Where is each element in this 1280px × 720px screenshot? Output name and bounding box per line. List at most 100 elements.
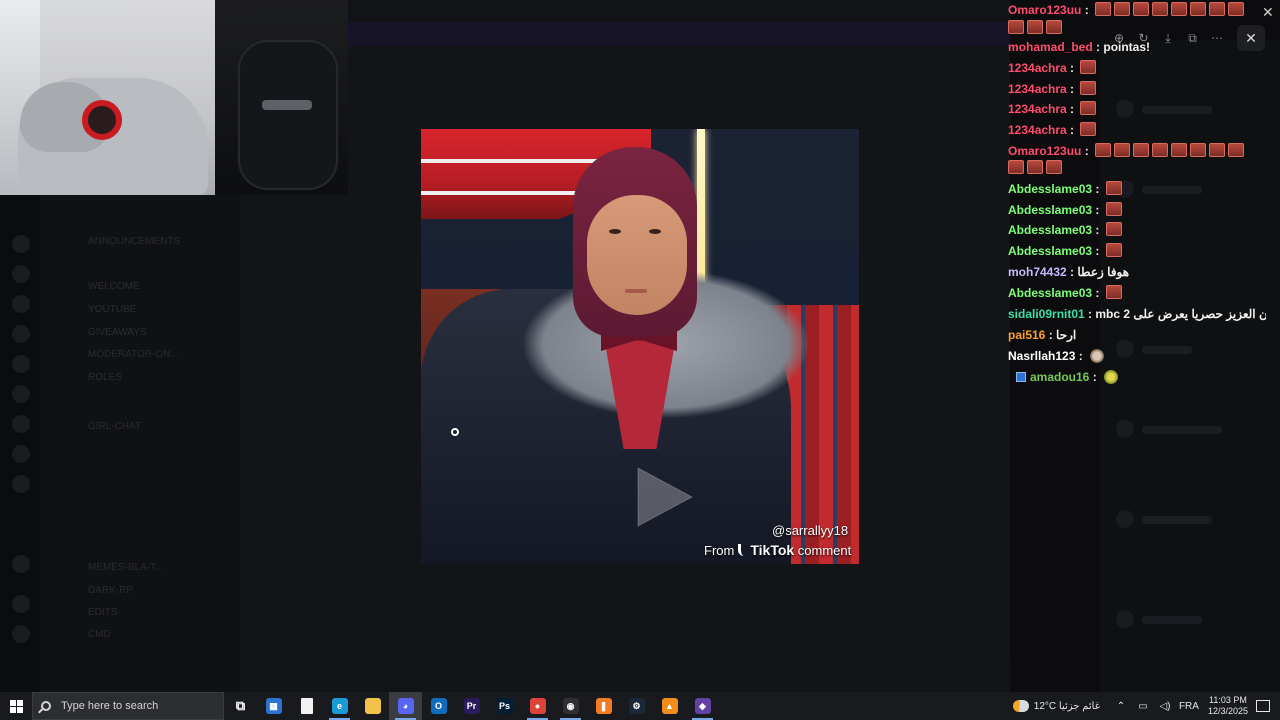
taskbar-app-steam[interactable]: ⚙: [620, 692, 653, 720]
weather-temp: 12°C: [1033, 700, 1057, 712]
play-icon[interactable]: [636, 466, 694, 528]
chat-message: 1234achra :: [1008, 59, 1266, 77]
volume-icon[interactable]: ◁): [1157, 701, 1173, 712]
chat-username[interactable]: Abdesslame03: [1008, 182, 1092, 196]
channel-name[interactable]: YOUTUBE: [88, 304, 136, 315]
server-icon: [12, 445, 30, 463]
channel-name[interactable]: DARK-RP: [88, 585, 133, 596]
chat-username[interactable]: 1234achra: [1008, 61, 1067, 75]
server-icon: [12, 355, 30, 373]
download-icon[interactable]: ⤓: [1161, 31, 1175, 45]
file-icon: [300, 698, 313, 714]
chat-separator: :: [1066, 123, 1078, 137]
chat-username[interactable]: Omaro123uu: [1008, 144, 1081, 158]
chat-username[interactable]: Nasrllah123: [1008, 349, 1075, 363]
chat-username[interactable]: Abdesslame03: [1008, 244, 1092, 258]
taskbar-app-photoshop[interactable]: Ps: [488, 692, 521, 720]
channel-name[interactable]: ROLES: [88, 372, 122, 383]
chat-emote-icon: [1027, 160, 1043, 174]
clock[interactable]: 11:03 PM 12/3/2025: [1208, 695, 1248, 717]
taskbar-app-obs[interactable]: ◉: [554, 692, 587, 720]
chat-emote-icon: [1105, 285, 1122, 299]
channel-name[interactable]: GIRL-CHAT: [88, 421, 141, 432]
premiere-pro-icon: Pr: [463, 698, 480, 714]
chat-username[interactable]: pai516: [1008, 328, 1045, 342]
taskbar-app-vlc-like[interactable]: ▲: [653, 692, 686, 720]
channel-name[interactable]: EDITS: [88, 607, 117, 618]
search-icon: [41, 701, 51, 711]
chat-emote-icon: [1105, 222, 1122, 236]
chat-username[interactable]: amadou16: [1030, 370, 1089, 384]
channel-name[interactable]: GIVEAWAYS: [88, 327, 147, 338]
more-icon[interactable]: ⋯: [1210, 31, 1224, 45]
taskbar-app-file-explorer[interactable]: [356, 692, 389, 720]
taskbar-app-chrome[interactable]: ●: [521, 692, 554, 720]
member-name: [1142, 516, 1212, 524]
chat-close-icon[interactable]: ✕: [1262, 4, 1274, 21]
chat-emote-icon: [1228, 143, 1245, 157]
chat-username[interactable]: 1234achra: [1008, 82, 1067, 96]
chat-username[interactable]: 1234achra: [1008, 123, 1067, 137]
chat-username[interactable]: mohamad_bed: [1008, 40, 1093, 54]
vlc-like-icon: ▲: [661, 698, 678, 714]
chat-username[interactable]: Omaro123uu: [1008, 3, 1081, 17]
start-button[interactable]: [0, 692, 32, 720]
viewer-close-button[interactable]: ✕: [1237, 25, 1265, 51]
taskbar-app-twitch-app[interactable]: ◆: [686, 692, 719, 720]
server-icon: [12, 595, 30, 613]
chat-message: amadou16 :: [1016, 368, 1266, 386]
chat-username[interactable]: Abdesslame03: [1008, 203, 1092, 217]
network-icon[interactable]: ▭: [1135, 701, 1151, 712]
open-external-icon[interactable]: ⧉: [1186, 31, 1200, 45]
chat-separator: :: [1092, 182, 1103, 196]
channel-name[interactable]: ANNOUNCEMENTS: [88, 236, 180, 247]
tiktok-icon: [738, 544, 748, 556]
notification-center-icon[interactable]: [1256, 700, 1270, 712]
taskbar-search-box[interactable]: Type here to search: [32, 692, 224, 720]
chat-emote-icon: [1080, 122, 1097, 136]
file-explorer-icon: [364, 698, 381, 714]
chat-message: [1008, 159, 1266, 177]
channel-name[interactable]: CMD: [88, 629, 111, 640]
channel-name[interactable]: MODERATOR-ON...: [88, 349, 179, 360]
chat-emote-icon: [1114, 2, 1131, 16]
chat-username[interactable]: sidali09rnit01: [1008, 307, 1085, 321]
chat-message: 1234achra :: [1008, 121, 1266, 139]
channel-name[interactable]: MEMES-BLA-T...: [88, 562, 164, 573]
chat-emote-icon: [1209, 143, 1226, 157]
rotate-icon[interactable]: ↻: [1137, 31, 1151, 45]
discord-notice-banner: [348, 22, 1010, 46]
twitch-app-icon: ◆: [694, 698, 711, 714]
chat-username[interactable]: Abdesslame03: [1008, 286, 1092, 300]
taskbar-app-edge[interactable]: e: [323, 692, 356, 720]
server-icon: [12, 325, 30, 343]
chat-emote-icon: [1190, 2, 1207, 16]
chat-frog-emote-icon: [1104, 370, 1119, 384]
chat-message: Abdesslame03 :: [1008, 242, 1266, 260]
member-name: [1142, 426, 1222, 434]
chat-avatar-emote-icon: [1090, 349, 1105, 363]
taskbar-app-file[interactable]: [290, 692, 323, 720]
taskbar-app-discord[interactable]: ◕: [389, 692, 422, 720]
taskbar-app-outlook[interactable]: O: [422, 692, 455, 720]
zoom-in-icon[interactable]: ⊕: [1112, 31, 1126, 45]
taskbar-app-task-view[interactable]: ⧉: [224, 692, 257, 720]
chat-separator: :: [1066, 61, 1078, 75]
chat-separator: :: [1081, 3, 1093, 17]
taskbar-app-microsoft-store[interactable]: ▦: [257, 692, 290, 720]
weather-widget[interactable]: 12°C غائم جزئيا: [1012, 700, 1100, 712]
chat-username[interactable]: moh74432: [1008, 265, 1067, 279]
chat-message: pai516 : ارحا: [1008, 326, 1266, 344]
taskbar-app-premiere-pro[interactable]: Pr: [455, 692, 488, 720]
chat-emote-icon: [1190, 143, 1207, 157]
chat-username[interactable]: 1234achra: [1008, 102, 1067, 116]
channel-name[interactable]: WELCOME: [88, 281, 140, 292]
message-composer[interactable]: [240, 660, 1010, 690]
chat-separator: :: [1089, 370, 1101, 384]
chat-separator: :: [1066, 102, 1078, 116]
chat-username[interactable]: Abdesslame03: [1008, 223, 1092, 237]
language-indicator[interactable]: FRA: [1179, 701, 1199, 712]
chevron-up-icon[interactable]: ⌃: [1113, 701, 1129, 712]
viewer-toolbar: ⊕ ↻ ⤓ ⧉ ⋯: [1106, 27, 1230, 49]
taskbar-app-fl-studio[interactable]: ❚: [587, 692, 620, 720]
